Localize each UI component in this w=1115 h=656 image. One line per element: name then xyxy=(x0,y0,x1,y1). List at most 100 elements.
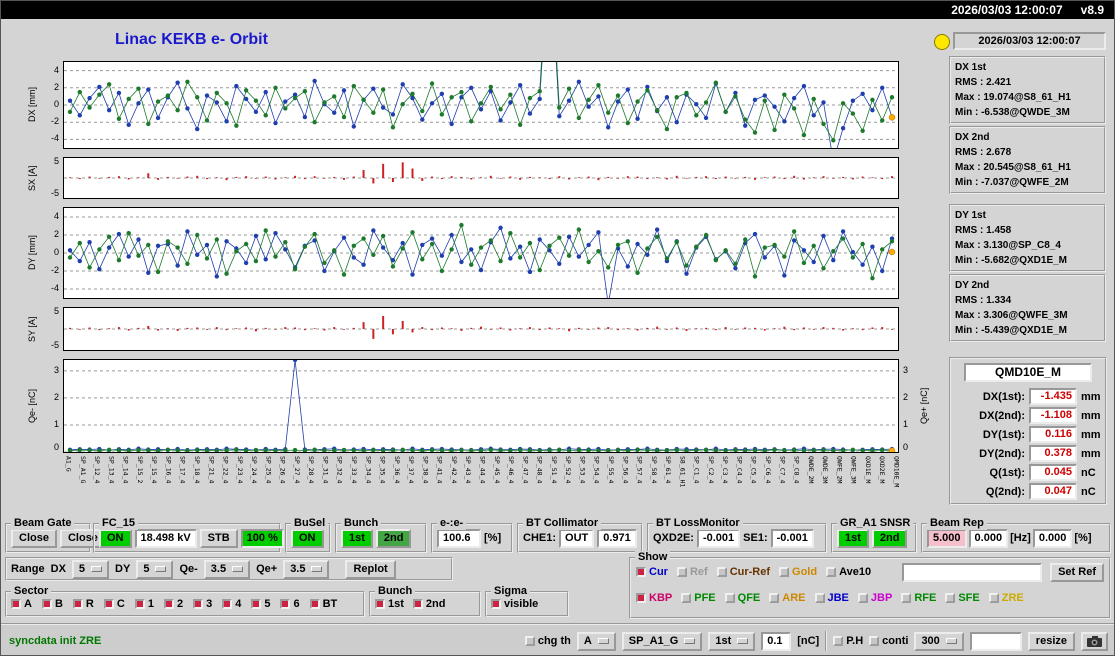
sector-a-checkbox[interactable]: A xyxy=(11,598,32,610)
checkbox-indicator[interactable] xyxy=(309,599,320,609)
bunch-1st-button[interactable]: 1st xyxy=(341,528,373,548)
checkbox-indicator[interactable] xyxy=(524,636,535,646)
sector-4-checkbox[interactable]: 4 xyxy=(222,598,241,610)
fc15-on-button[interactable]: ON xyxy=(99,528,132,548)
checkbox-indicator[interactable] xyxy=(901,593,912,603)
show-pfe-checkbox[interactable]: PFE xyxy=(681,592,716,604)
checkbox-indicator[interactable] xyxy=(11,599,21,609)
beam-rep-group: Beam Rep 5.000 0.000 [Hz] 0.000 [%] xyxy=(921,517,1111,553)
checkbox-indicator[interactable] xyxy=(222,599,233,609)
gr-a1-1st-button[interactable]: 1st xyxy=(837,528,869,548)
camera-button[interactable] xyxy=(1081,631,1108,651)
sy-plot[interactable] xyxy=(63,307,899,351)
sx-plot[interactable] xyxy=(63,157,899,199)
show-gold-checkbox[interactable]: Gold xyxy=(779,566,817,578)
checkbox-indicator[interactable] xyxy=(72,599,83,609)
checkbox-indicator[interactable] xyxy=(163,599,174,609)
range-dy-select[interactable]: 5 xyxy=(136,559,174,579)
show-ave10-checkbox[interactable]: Ave10 xyxy=(826,566,871,578)
checkbox-indicator[interactable] xyxy=(769,593,780,603)
fc15-stb-button[interactable]: STB xyxy=(199,528,238,548)
sector-r-checkbox[interactable]: R xyxy=(72,598,94,610)
chg-th-checkbox[interactable]: chg th xyxy=(524,635,571,647)
checkbox-indicator[interactable] xyxy=(491,599,501,609)
checkbox-indicator[interactable] xyxy=(41,599,52,609)
sector-c-checkbox[interactable]: C xyxy=(103,598,125,610)
threshold-input[interactable] xyxy=(761,631,792,651)
checkbox-indicator[interactable] xyxy=(412,599,423,609)
sector-6-checkbox[interactable]: 6 xyxy=(280,598,300,610)
resize-button[interactable]: resize xyxy=(1027,631,1075,651)
dy-plot[interactable] xyxy=(63,207,899,307)
element-select[interactable]: SP_A1_G xyxy=(621,631,703,651)
busel-on-button[interactable]: ON xyxy=(291,528,324,548)
show-rfe-checkbox[interactable]: RFE xyxy=(901,592,936,604)
qe-plot[interactable] xyxy=(63,357,899,455)
x-axis-label: QWFE_3M xyxy=(849,456,858,484)
checkbox-indicator[interactable] xyxy=(716,567,727,577)
replot-button[interactable]: Replot xyxy=(345,559,396,579)
bunch-1st-checkbox[interactable]: 1st xyxy=(375,598,404,610)
ph-checkbox[interactable]: P.H xyxy=(833,635,863,647)
sigma-visible-checkbox[interactable]: visible xyxy=(491,598,538,610)
sector-5-checkbox[interactable]: 5 xyxy=(251,598,270,610)
show-qfe-checkbox[interactable]: QFE xyxy=(724,592,760,604)
checkbox-indicator[interactable] xyxy=(103,599,114,609)
show-sfe-checkbox[interactable]: SFE xyxy=(945,592,980,604)
bt-lossmonitor-label: BT LossMonitor xyxy=(653,517,743,530)
sector-1-checkbox[interactable]: 1 xyxy=(134,598,154,610)
gr-a1-2nd-button[interactable]: 2nd xyxy=(871,528,908,548)
show-cur-checkbox[interactable]: Cur xyxy=(636,566,668,578)
checkbox-label: 1st xyxy=(388,598,404,610)
checkbox-indicator[interactable] xyxy=(251,599,262,609)
x-axis-label: QXD2E_M xyxy=(878,456,887,484)
show-jbp-checkbox[interactable]: JBP xyxy=(857,592,892,604)
x-axis-label: SP_24_4 xyxy=(250,456,259,484)
dx-plot[interactable] xyxy=(63,1,899,164)
range-dx-select[interactable]: 5 xyxy=(71,559,110,579)
checkbox-indicator[interactable] xyxy=(681,593,692,603)
checkbox-indicator[interactable] xyxy=(988,593,999,603)
checkbox-indicator[interactable] xyxy=(945,593,956,603)
che1-status: OUT xyxy=(559,528,595,548)
checkbox-indicator[interactable] xyxy=(814,593,825,603)
checkbox-indicator[interactable] xyxy=(134,599,145,609)
checkbox-indicator[interactable] xyxy=(833,636,844,646)
sector-2-checkbox[interactable]: 2 xyxy=(163,598,183,610)
ref-file-input[interactable] xyxy=(902,562,1043,582)
show-are-checkbox[interactable]: ARE xyxy=(769,592,806,604)
show-zre-checkbox[interactable]: ZRE xyxy=(988,592,1024,604)
checkbox-indicator[interactable] xyxy=(193,599,204,609)
show-kbp-checkbox[interactable]: KBP xyxy=(636,592,672,604)
range-qe-minus-select[interactable]: 3.5 xyxy=(203,559,251,579)
checkbox-indicator[interactable] xyxy=(280,599,291,609)
beam-gate-close-button-1[interactable]: Close xyxy=(11,528,57,548)
checkbox-indicator[interactable] xyxy=(826,567,837,577)
range-qe-plus-select[interactable]: 3.5 xyxy=(283,559,330,579)
checkbox-indicator[interactable] xyxy=(869,636,880,646)
y-tick-label: 0 xyxy=(903,442,909,452)
sector-3-checkbox[interactable]: 3 xyxy=(193,598,212,610)
fc15-label: FC_15 xyxy=(99,517,139,530)
bunch-order-select[interactable]: 1st xyxy=(708,631,756,651)
checkbox-indicator[interactable] xyxy=(724,593,735,603)
sector-b-checkbox[interactable]: B xyxy=(41,598,63,610)
aux-input[interactable] xyxy=(969,631,1022,651)
sector-bt-checkbox[interactable]: BT xyxy=(309,598,337,610)
checkbox-indicator[interactable] xyxy=(636,567,646,577)
checkbox-indicator[interactable] xyxy=(676,567,687,577)
checkbox-indicator[interactable] xyxy=(636,593,646,603)
show-jbe-checkbox[interactable]: JBE xyxy=(814,592,849,604)
interval-select[interactable]: 300 xyxy=(914,631,964,651)
checkbox-indicator[interactable] xyxy=(375,599,385,609)
set-ref-button[interactable]: Set Ref xyxy=(1050,562,1104,582)
bunch-2nd-button[interactable]: 2nd xyxy=(375,528,412,548)
sector-select[interactable]: A xyxy=(576,631,616,651)
bunch-2nd-checkbox[interactable]: 2nd xyxy=(412,598,445,610)
show-ref-checkbox[interactable]: Ref xyxy=(676,566,708,578)
conti-checkbox[interactable]: conti xyxy=(869,635,908,647)
checkbox-indicator[interactable] xyxy=(857,593,868,603)
checkbox-indicator[interactable] xyxy=(779,567,790,577)
busel-group: BuSel ON xyxy=(285,517,331,553)
show-cur-ref-checkbox[interactable]: Cur-Ref xyxy=(716,566,770,578)
